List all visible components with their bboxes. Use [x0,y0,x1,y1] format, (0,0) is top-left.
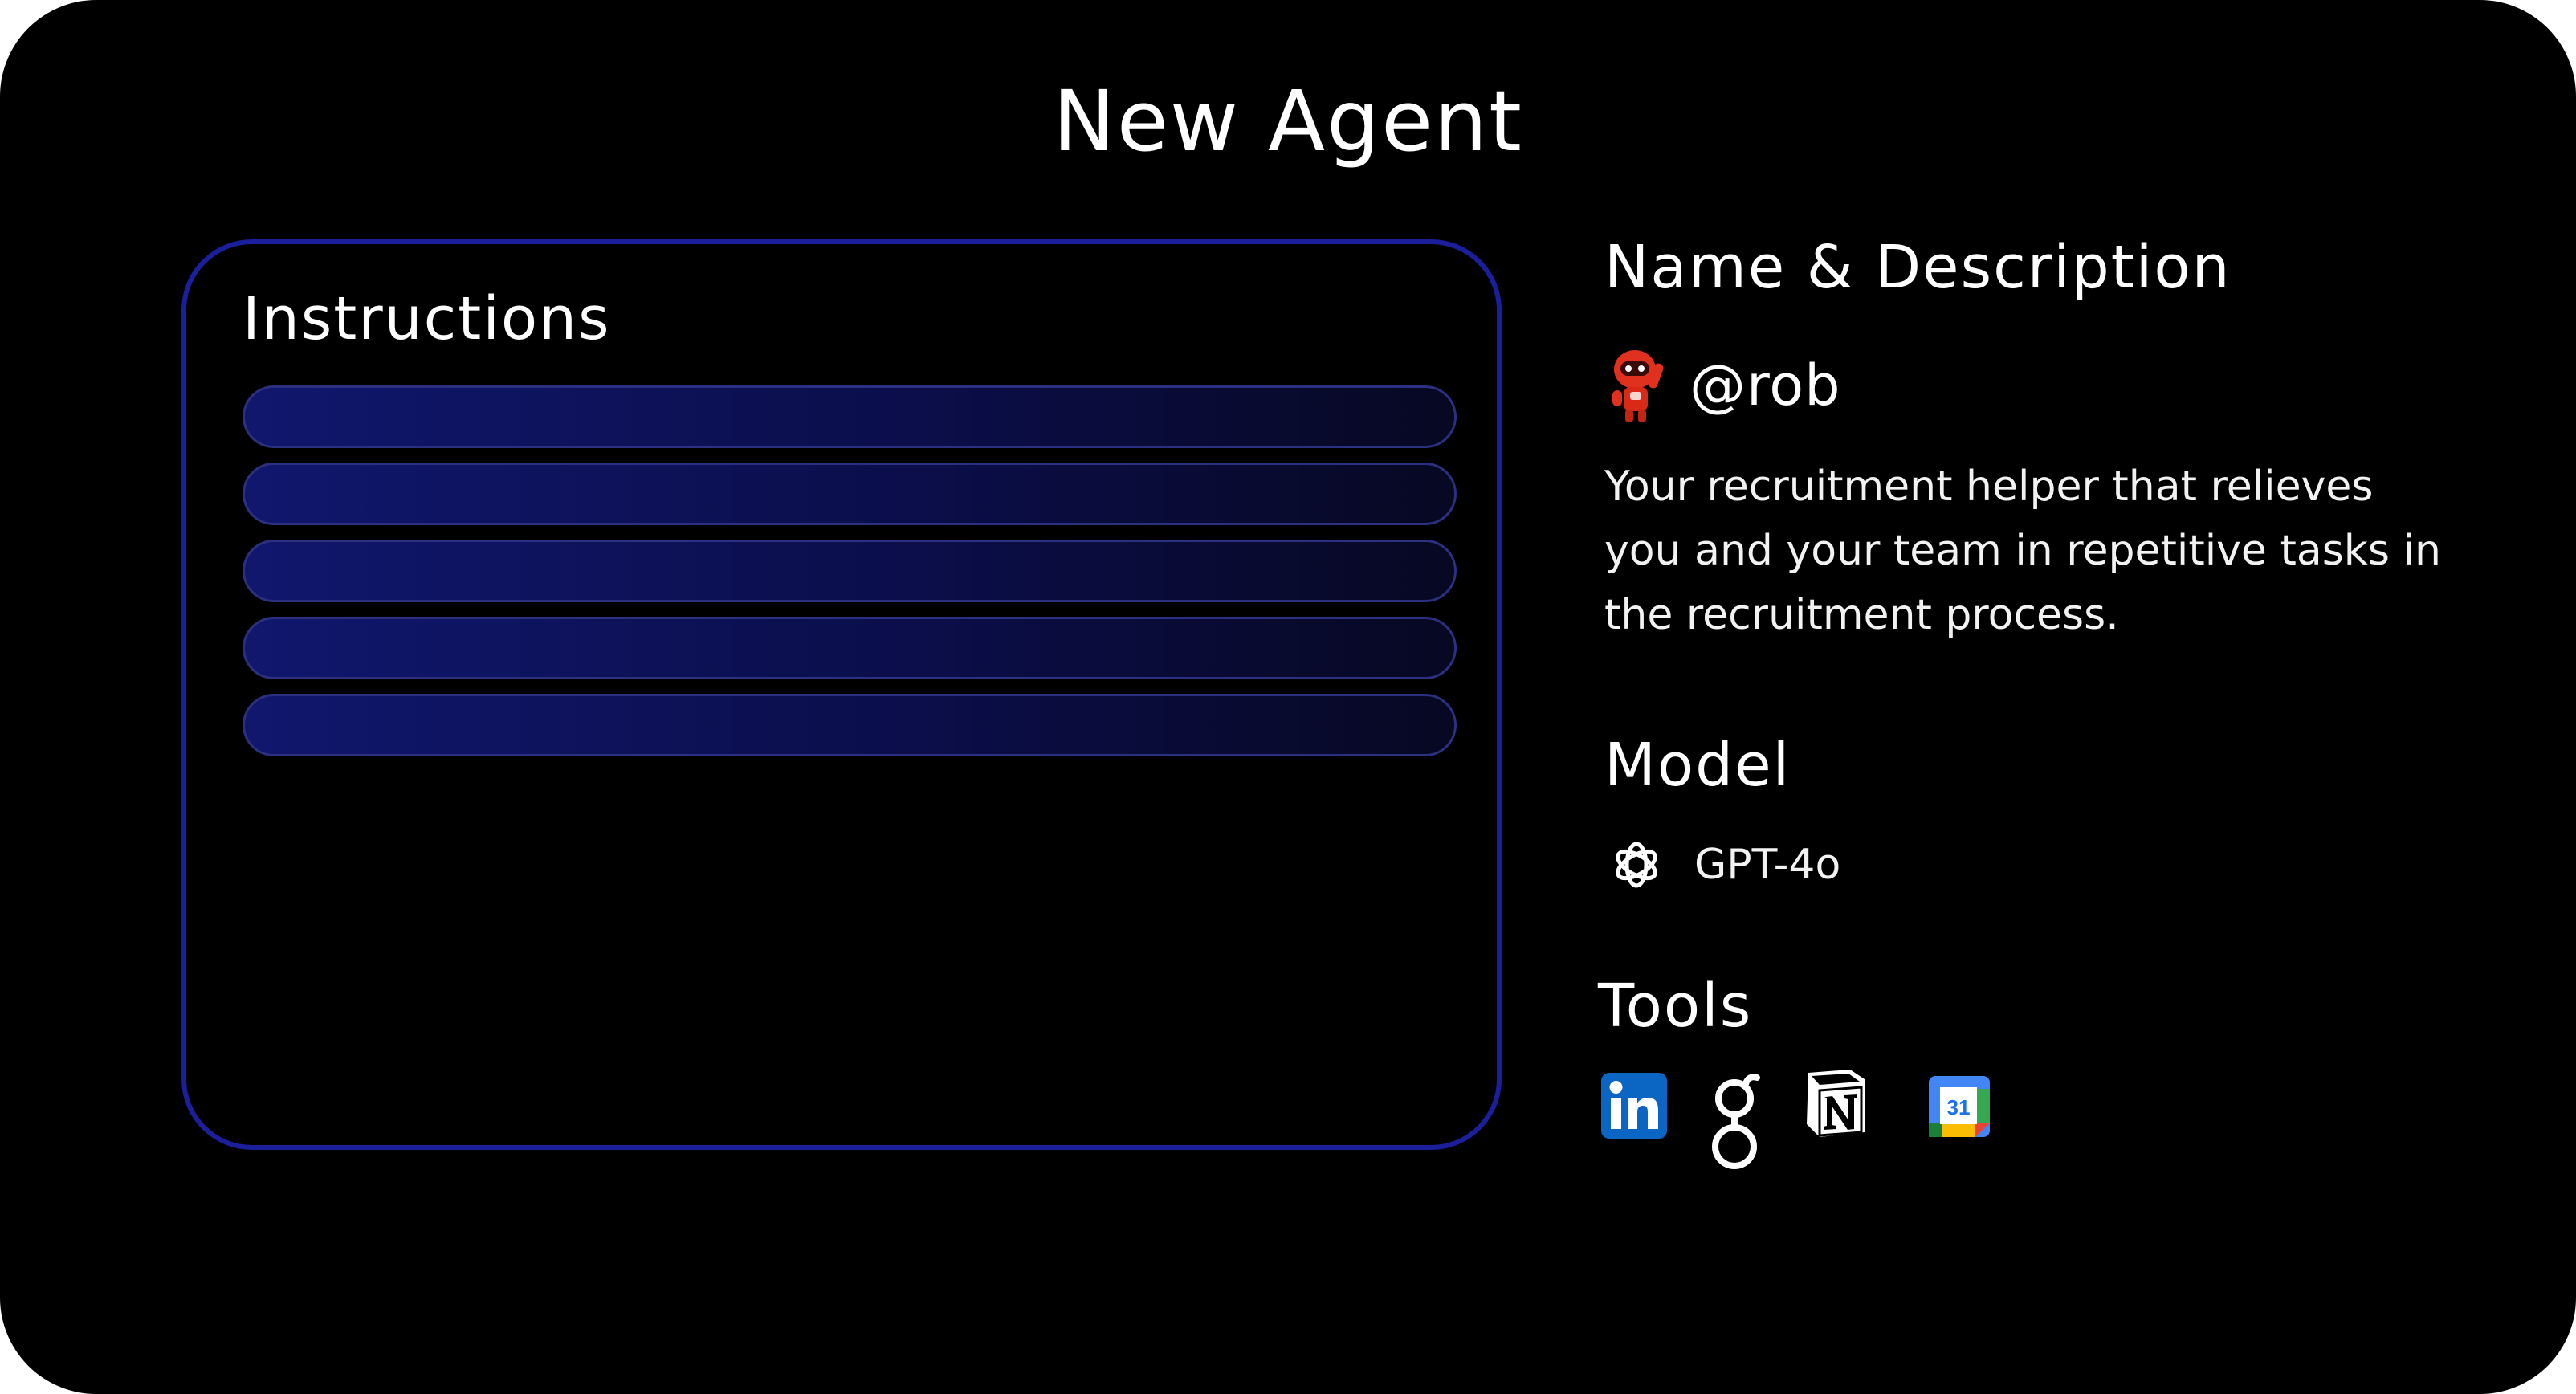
agent-handle: @rob [1689,353,1841,418]
agent-identity: @rob [1606,337,1841,434]
name-description-title: Name & Description [1604,233,2232,302]
robot-avatar-icon [1612,350,1664,422]
notion-icon[interactable] [1802,1068,1869,1139]
tools-title: Tools [1598,972,1753,1041]
agent-description: Your recruitment helper that relieves yo… [1604,463,2441,639]
instruction-line-placeholder [243,385,1457,448]
page-title: New Agent [1053,72,1523,170]
openai-icon [1616,842,1657,888]
model-selector[interactable]: GPT-4o [1609,829,1840,901]
instructions-title: Instructions [243,284,611,353]
instruction-line-placeholder [243,540,1457,602]
agent-card-frame: New Agent Instructions Name & Descriptio… [0,0,2576,1394]
greenhouse-icon[interactable] [1707,1070,1765,1174]
calendar-day-label: 31 [1947,1095,1971,1119]
model-name: GPT-4o [1694,841,1841,889]
instruction-line-placeholder [243,694,1457,756]
instruction-line-placeholder [243,617,1457,679]
instructions-panel[interactable]: Instructions [181,239,1502,1150]
instruction-line-placeholder [243,463,1457,525]
linkedin-icon[interactable] [1601,1073,1667,1139]
model-title: Model [1604,731,1791,800]
google-calendar-icon[interactable]: 31 [1929,1076,1990,1137]
